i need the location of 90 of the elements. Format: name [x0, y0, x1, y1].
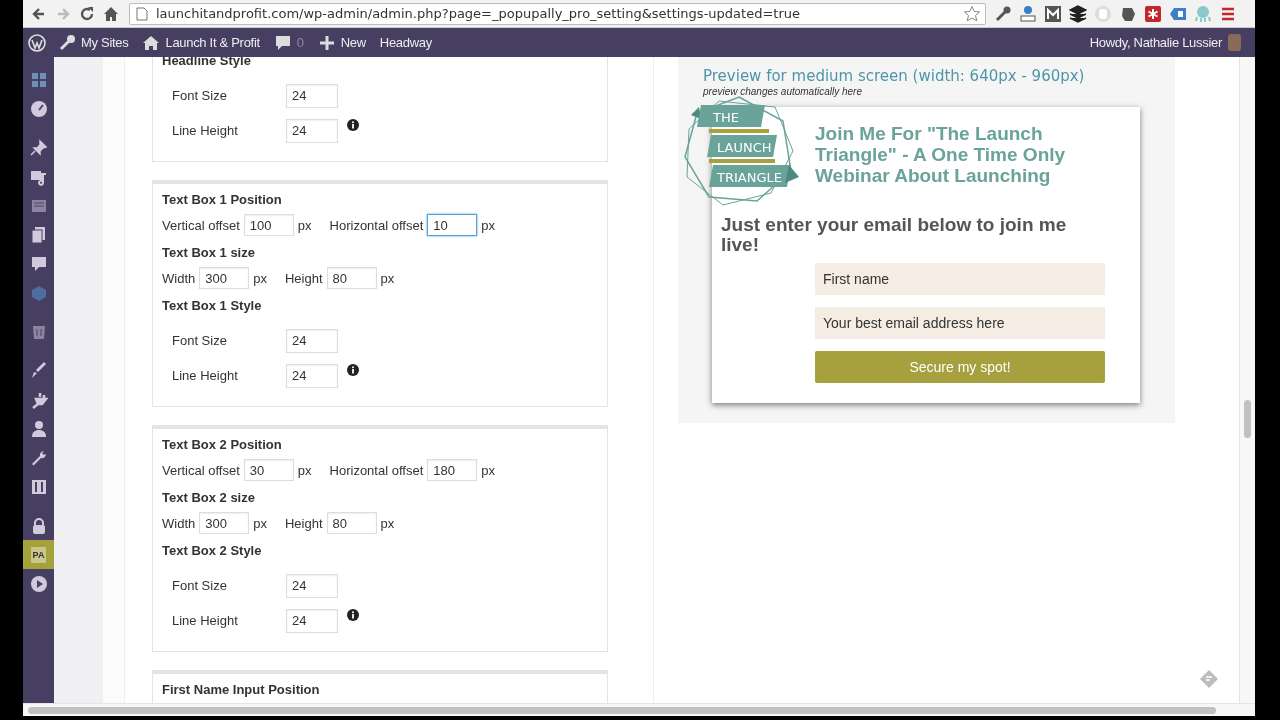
input-field[interactable]: 24	[286, 608, 338, 633]
admin-bar-link[interactable]: New	[317, 33, 366, 52]
input-field[interactable]: 24	[286, 573, 338, 598]
field-label: Font Size	[172, 333, 228, 348]
pin-icon[interactable]	[29, 138, 48, 157]
input-field[interactable]: 24	[286, 118, 338, 143]
logo-text: TRIANGLE	[717, 170, 782, 185]
sidebar-item[interactable]: PA	[23, 540, 54, 569]
input-field[interactable]: First name	[815, 263, 1105, 295]
pages-icon[interactable]	[29, 225, 48, 244]
input-field[interactable]: 80	[326, 267, 377, 289]
section-heading: Text Box 2 Position	[162, 436, 283, 454]
logo-text: THE	[713, 110, 739, 125]
account-link[interactable]: Howdy, Nathalie Lussier	[1089, 35, 1222, 50]
section-heading: Text Box 2 Style	[162, 542, 263, 560]
comment-icon[interactable]	[273, 33, 292, 52]
field-label: Font Size	[172, 578, 228, 593]
unit-label: px	[297, 462, 312, 478]
field-label: Line Height	[172, 123, 239, 138]
section-heading: Text Box 1 Position	[162, 191, 283, 209]
user-icon[interactable]	[29, 419, 48, 438]
input-field[interactable]: Your best email address here	[815, 307, 1105, 339]
preview-note: preview changes automatically here	[703, 86, 863, 97]
square-icon[interactable]	[1044, 4, 1062, 23]
plus-icon[interactable]	[317, 33, 336, 52]
comment-icon[interactable]	[29, 254, 48, 273]
info-icon[interactable]	[347, 608, 359, 621]
section-heading: Text Box 1 size	[162, 244, 256, 262]
input-field[interactable]: 24	[286, 363, 338, 388]
admin-bar-link[interactable]: Headway	[379, 35, 432, 50]
preview-title: Preview for medium screen (width: 640px - 960px)	[703, 67, 1086, 85]
home-icon[interactable]	[142, 33, 161, 52]
popup-text: Just enter your email below to join me live!	[721, 215, 1068, 255]
input-field[interactable]: 24	[286, 328, 338, 353]
grid-icon[interactable]	[29, 70, 48, 89]
field-label: Height	[284, 270, 323, 286]
field-label: Height	[284, 515, 323, 531]
field-label: Width	[162, 515, 196, 531]
gauge-icon[interactable]	[29, 99, 48, 118]
wordpress-icon[interactable]	[28, 33, 46, 52]
field-label: Horizontal offset	[329, 217, 424, 233]
url-text: launchitandprofit.com/wp-admin/admin.php?page=_popupally_pro_setting&settings-updated=true	[156, 6, 801, 21]
field-label: Vertical offset	[162, 217, 240, 233]
unit-label: px	[481, 462, 495, 478]
admin-bar-link[interactable]: Launch It & Profit	[142, 33, 260, 52]
stamp-icon[interactable]	[1019, 4, 1037, 23]
input-field[interactable]: 10	[427, 214, 478, 236]
input-field[interactable]: 100	[243, 214, 294, 236]
star-icon[interactable]	[963, 4, 981, 23]
field-label: Vertical offset	[162, 462, 240, 478]
input-field[interactable]: 80	[326, 512, 377, 534]
unit-label: px	[253, 515, 267, 531]
input-field[interactable]: 30	[243, 459, 294, 481]
info-icon[interactable]	[347, 118, 359, 131]
field-label: Line Height	[172, 613, 239, 628]
unit-label: px	[297, 217, 312, 233]
section-heading: Text Box 1 Style	[162, 297, 263, 315]
field-label: Font Size	[172, 88, 228, 103]
page-icon	[136, 6, 148, 21]
scrollbar[interactable]	[1239, 57, 1255, 703]
address-bar[interactable]: launchitandprofit.com/wp-admin/admin.php?page=_popupally_pro_setting&settings-updated=true	[129, 2, 986, 25]
unit-label: px	[253, 270, 267, 286]
key-icon[interactable]	[994, 4, 1012, 23]
input-field[interactable]: 24	[286, 83, 338, 108]
brush-icon[interactable]	[29, 361, 48, 380]
asterisk-icon[interactable]	[1144, 4, 1162, 23]
play-icon[interactable]	[29, 574, 48, 593]
home-icon[interactable]	[103, 5, 119, 22]
input-field[interactable]: 300	[199, 512, 250, 534]
avatar	[1228, 34, 1241, 51]
unit-label: px	[380, 270, 395, 286]
reload-icon[interactable]	[79, 5, 95, 22]
popup-headline: Join Me For "The Launch Triangle" - A One Time Only Webinar About Launching	[815, 123, 1067, 188]
logo-text: LAUNCH	[717, 140, 772, 155]
section-heading: Text Box 2 size	[162, 489, 256, 507]
sliders-icon[interactable]	[29, 477, 48, 496]
back-icon[interactable]	[31, 5, 47, 22]
field-label: Horizontal offset	[329, 462, 424, 478]
field-label: Line Height	[172, 368, 239, 383]
unit-label: px	[380, 515, 395, 531]
layers-icon[interactable]	[1069, 4, 1087, 23]
field-label: Width	[162, 270, 196, 286]
admin-bar-link[interactable]: My Sites	[58, 33, 129, 52]
unit-label: px	[481, 217, 495, 233]
info-icon[interactable]	[347, 363, 359, 376]
scrollbar[interactable]	[23, 703, 1255, 716]
section-heading: First Name Input Position	[162, 681, 321, 699]
key-icon[interactable]	[58, 33, 76, 52]
input-field[interactable]: 180	[427, 459, 478, 481]
input-field[interactable]: 300	[199, 267, 250, 289]
